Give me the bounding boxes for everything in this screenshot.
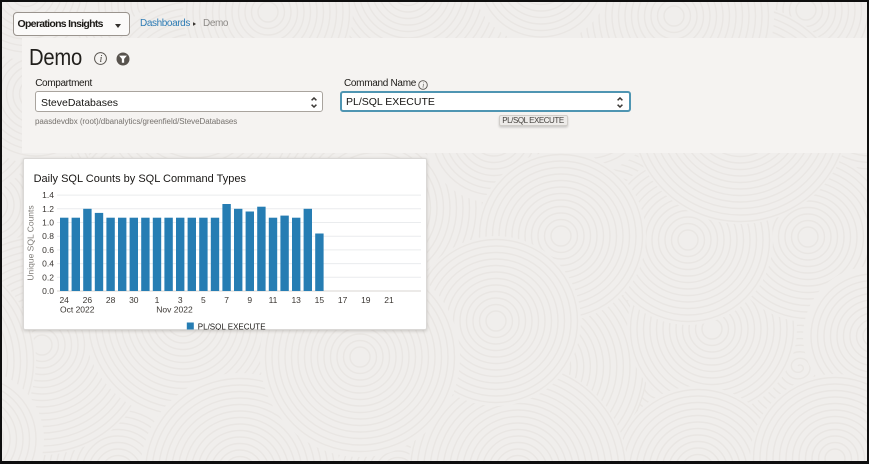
svg-text:PL/SQL EXECUTE: PL/SQL EXECUTE: [198, 323, 266, 331]
svg-text:28: 28: [106, 295, 116, 305]
svg-text:15: 15: [315, 295, 325, 305]
svg-text:13: 13: [291, 295, 301, 305]
svg-text:21: 21: [384, 295, 394, 305]
svg-text:Oct 2022: Oct 2022: [60, 305, 95, 315]
svg-text:Unique SQL Counts: Unique SQL Counts: [26, 205, 36, 280]
svg-text:0.8: 0.8: [42, 231, 54, 241]
svg-text:0.2: 0.2: [42, 272, 54, 282]
svg-text:30: 30: [129, 295, 139, 305]
svg-text:Nov 2022: Nov 2022: [156, 305, 193, 315]
svg-text:Daily SQL Counts by SQL Comman: Daily SQL Counts by SQL Command Types: [34, 173, 247, 185]
svg-text:26: 26: [83, 295, 93, 305]
svg-text:i: i: [99, 54, 102, 65]
svg-text:9: 9: [247, 295, 252, 305]
svg-text:0.0: 0.0: [42, 286, 54, 296]
svg-text:0.6: 0.6: [42, 245, 54, 255]
svg-text:7: 7: [224, 295, 229, 305]
svg-text:11: 11: [269, 295, 278, 305]
svg-text:1.2: 1.2: [42, 204, 54, 214]
svg-text:3: 3: [178, 295, 183, 305]
svg-text:0.4: 0.4: [42, 259, 54, 269]
svg-text:19: 19: [361, 295, 371, 305]
svg-text:i: i: [422, 81, 424, 89]
svg-text:24: 24: [59, 295, 69, 305]
svg-text:5: 5: [201, 295, 206, 305]
svg-text:1.0: 1.0: [42, 218, 54, 228]
svg-text:1: 1: [155, 295, 160, 305]
svg-text:17: 17: [338, 295, 348, 305]
svg-text:1.4: 1.4: [42, 190, 54, 200]
